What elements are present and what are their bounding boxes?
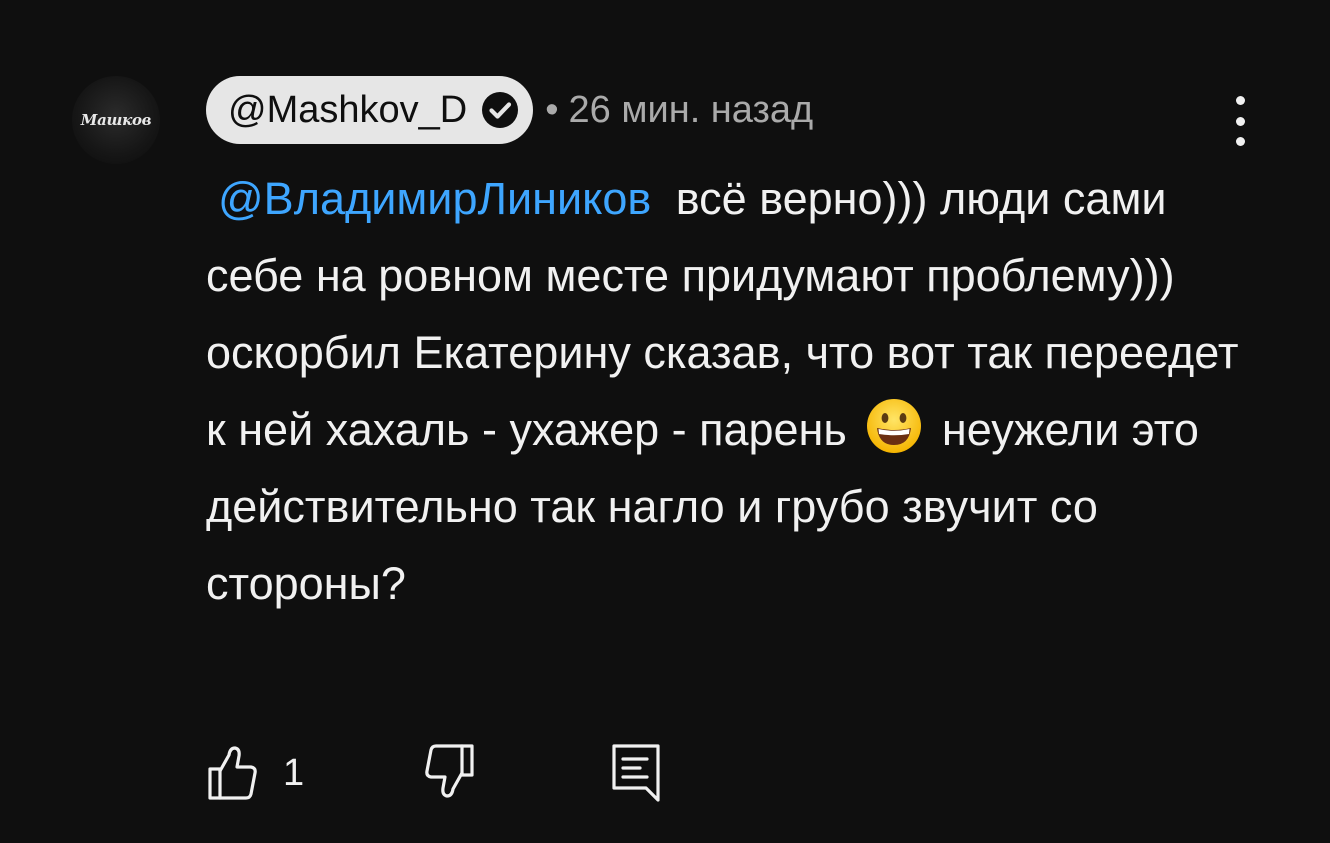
like-count: 1 bbox=[283, 752, 305, 794]
check-circle-icon bbox=[479, 89, 521, 131]
mention-link[interactable]: @ВладимирЛиников bbox=[206, 173, 663, 224]
more-vertical-icon[interactable] bbox=[1222, 96, 1258, 146]
thumbs-down-icon[interactable] bbox=[418, 742, 476, 802]
menu-dot bbox=[1235, 96, 1245, 105]
thumbs-up-icon[interactable] bbox=[206, 742, 258, 802]
menu-dot bbox=[1235, 116, 1245, 126]
comment-meta: • 26 мин. назад bbox=[545, 89, 813, 132]
comment-text: @ВладимирЛиников всё верно))) люди сами … bbox=[206, 160, 1246, 622]
menu-dot bbox=[1235, 137, 1245, 146]
author-name: @Mashkov_D bbox=[228, 88, 468, 131]
timestamp[interactable]: 26 мин. назад bbox=[569, 89, 814, 132]
comment-header: @Mashkov_D • 26 мин. назад bbox=[206, 76, 813, 144]
avatar-logo-text: Машков bbox=[80, 111, 152, 129]
comment-icon[interactable] bbox=[610, 742, 662, 804]
meta-separator: • bbox=[545, 88, 559, 131]
avatar[interactable]: Машков bbox=[72, 76, 160, 164]
author-chip[interactable]: @Mashkov_D bbox=[206, 76, 534, 144]
grinning-face-emoji bbox=[865, 397, 923, 455]
